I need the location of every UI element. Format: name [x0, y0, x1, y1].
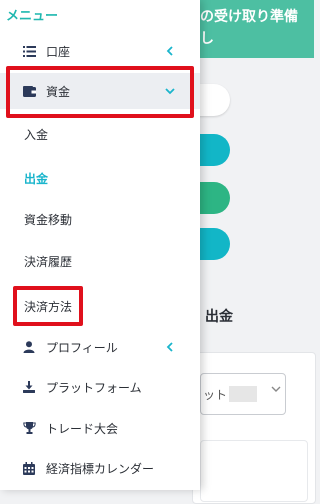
notice-banner-text: の受け取り準備 し — [200, 9, 298, 47]
menu-item-profile[interactable]: プロフィール — [0, 329, 200, 365]
menu-item-account[interactable]: 口座 — [0, 33, 200, 69]
drawer-title: メニュー — [6, 9, 59, 24]
submenu-item-label: 入金 — [24, 128, 49, 142]
wallet-icon — [22, 84, 36, 98]
submenu-item-payment-methods[interactable]: 決済方法 — [0, 290, 200, 322]
menu-item-label: プラットフォーム — [46, 380, 142, 395]
menu-item-label: トレード大会 — [46, 421, 119, 436]
trophy-icon — [22, 421, 36, 435]
menu-item-funds[interactable]: 資金 — [0, 73, 200, 109]
inner-card — [200, 440, 308, 502]
submenu-item-label: 資金移動 — [24, 213, 73, 227]
submenu-item-transfer[interactable]: 資金移動 — [0, 203, 200, 235]
section-title: 出金 — [205, 309, 233, 325]
menu-item-label: 資金 — [46, 84, 71, 99]
side-drawer: メニュー 口座 資金 入金 出金 資金移動 決済履歴 決済方法 プロフィール プ… — [0, 0, 200, 490]
submenu-item-withdraw[interactable]: 出金 — [0, 162, 200, 194]
download-icon — [22, 380, 36, 394]
submenu-item-payment-history[interactable]: 決済履歴 — [0, 245, 200, 277]
menu-item-trade-contest[interactable]: トレード大会 — [0, 410, 200, 446]
submenu-item-label: 決済履歴 — [24, 255, 73, 269]
calendar-icon — [22, 461, 36, 475]
menu-item-label: プロフィール — [46, 340, 118, 355]
submenu-item-label: 出金 — [24, 172, 49, 186]
chevron-left-icon — [164, 44, 176, 58]
list-icon — [22, 44, 36, 58]
menu-item-label: 経済指標カレンダー — [46, 461, 155, 476]
method-select[interactable]: ット — [200, 373, 286, 415]
menu-item-economic-calendar[interactable]: 経済指標カレンダー — [0, 450, 200, 486]
submenu-item-label: 決済方法 — [24, 300, 73, 314]
user-icon — [22, 340, 36, 354]
method-select-value: ット — [203, 388, 228, 402]
chevron-left-icon — [164, 340, 176, 354]
menu-item-platform[interactable]: プラットフォーム — [0, 369, 200, 405]
chevron-down-icon — [271, 383, 281, 397]
chevron-down-icon — [164, 84, 176, 98]
redacted-text — [229, 386, 257, 402]
submenu-item-deposit[interactable]: 入金 — [0, 118, 200, 150]
menu-item-label: 口座 — [46, 44, 71, 59]
